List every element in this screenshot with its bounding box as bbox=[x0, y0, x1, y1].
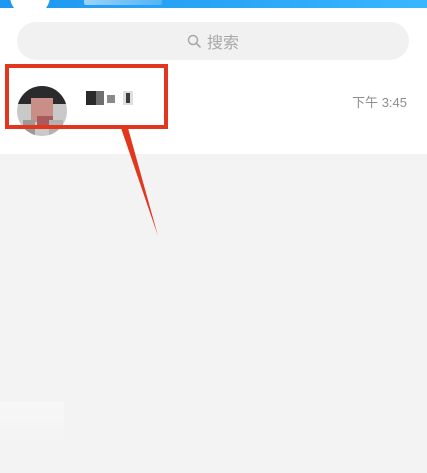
bottom-ghost bbox=[0, 402, 64, 446]
search-area: 搜索 bbox=[0, 8, 427, 68]
search-icon bbox=[187, 34, 201, 48]
search-label: 搜索 bbox=[206, 35, 239, 52]
annotation-highlight-box bbox=[5, 64, 168, 129]
profile-avatar[interactable] bbox=[10, 0, 50, 8]
search-bar[interactable]: 搜索 bbox=[17, 22, 409, 60]
status-text-blurred bbox=[84, 0, 162, 5]
top-bar bbox=[0, 0, 427, 8]
chat-time: 下午 3:45 bbox=[352, 95, 407, 110]
